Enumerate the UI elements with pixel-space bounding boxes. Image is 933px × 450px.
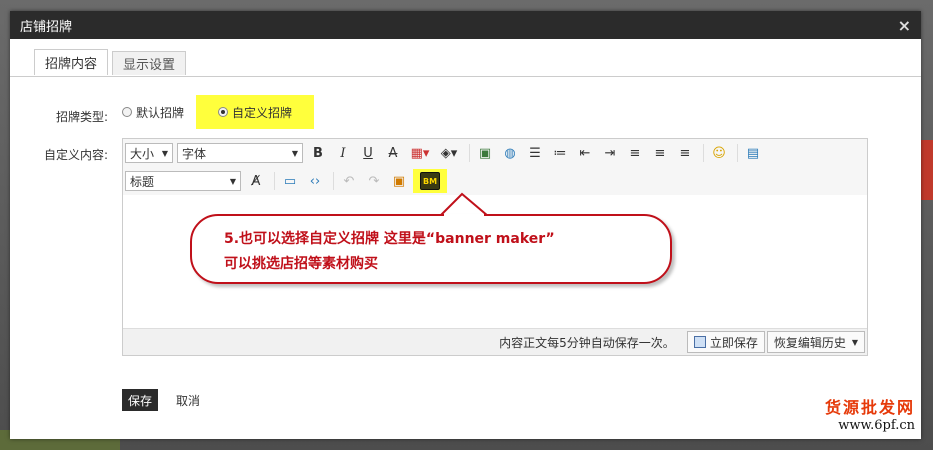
chevron-down-icon: ▼ [851, 337, 858, 347]
annotation-line-1: 5.也可以选择自定义招牌 这里是“banner maker” [224, 231, 555, 247]
chevron-down-icon: ▼ [161, 148, 168, 158]
chevron-down-icon: ▼ [291, 148, 298, 158]
image-icon[interactable]: ▣ [474, 143, 496, 163]
disk-icon [693, 336, 706, 348]
dialog-titlebar: 店铺招牌 × [10, 11, 921, 39]
restore-history-button[interactable]: 恢复编辑历史 ▼ [766, 331, 865, 353]
highlight-box: 自定义招牌 [196, 95, 315, 129]
emoticon-icon[interactable]: ☺ [708, 143, 730, 163]
radio-default-sign[interactable]: 默认招牌 [122, 104, 184, 121]
video-icon[interactable]: ▭ [279, 171, 301, 191]
radio-default-label: 默认招牌 [136, 105, 185, 120]
highlight-color-icon[interactable]: ◈▾ [436, 143, 462, 163]
align-center-icon[interactable]: ≡ [649, 143, 671, 163]
table-icon[interactable]: ▤ [742, 143, 764, 163]
dialog-title: 店铺招牌 [20, 19, 73, 35]
background-red-strip [919, 140, 933, 200]
font-color-icon[interactable]: ▦▾ [407, 143, 433, 163]
watermark-line-2: www.6pf.cn [838, 418, 915, 433]
tab-bar: 招牌内容 显示设置 [34, 49, 190, 75]
font-family-select[interactable]: 字体 ▼ [177, 143, 303, 163]
save-button[interactable]: 保存 [122, 389, 159, 411]
underline-icon[interactable]: U [357, 143, 379, 163]
align-right-icon[interactable]: ≡ [674, 143, 696, 163]
toolbar-divider [737, 144, 738, 162]
undo-icon[interactable]: ↶ [338, 171, 360, 191]
toolbar-row-2: 标题 ▼ A̸ ▭ ‹› ↶ ↷ ▣ BM [125, 169, 447, 193]
save-now-button[interactable]: 立即保存 [686, 331, 765, 353]
watermark-line-1: 货源批发网 [824, 398, 915, 417]
source-code-icon[interactable]: ‹› [304, 171, 326, 191]
italic-icon[interactable]: I [332, 143, 354, 163]
toolbar-divider [274, 172, 275, 190]
toolbar-divider [469, 144, 470, 162]
annotation-callout: 5.也可以选择自定义招牌 这里是“banner maker” 可以挑选店招等素材… [190, 214, 672, 284]
numbered-list-icon[interactable]: ≔ [549, 143, 571, 163]
tab-sign-content[interactable]: 招牌内容 [34, 49, 109, 75]
bold-icon[interactable]: B [307, 143, 329, 163]
font-size-value: 大小 [130, 146, 155, 161]
banner-maker-highlight: BM [413, 169, 447, 193]
close-icon[interactable]: × [898, 16, 911, 35]
link-icon[interactable]: ◍ [499, 143, 521, 163]
font-family-value: 字体 [182, 146, 207, 161]
clear-format-icon[interactable]: A̸ [245, 171, 267, 191]
toolbar-divider [333, 172, 334, 190]
radio-default-indicator[interactable] [122, 107, 132, 117]
annotation-line-2: 可以挑选店招等素材购买 [224, 256, 378, 272]
indent-icon[interactable]: ⇥ [599, 143, 621, 163]
restore-history-label: 恢复编辑历史 [773, 335, 846, 350]
sign-type-radio-group: 默认招牌 自定义招牌 [122, 95, 315, 129]
align-left-icon[interactable]: ≡ [624, 143, 646, 163]
custom-content-label: 自定义内容: [43, 148, 108, 162]
watermark: 货源批发网 www.6pf.cn [825, 394, 915, 433]
editor-footer: 内容正文每5分钟自动保存一次。 立即保存 恢复编辑历史 ▼ [123, 328, 867, 355]
toolbar-divider [703, 144, 704, 162]
redo-icon[interactable]: ↷ [363, 171, 385, 191]
strikethrough-icon[interactable]: A [382, 143, 404, 163]
radio-custom-indicator[interactable] [218, 107, 229, 117]
chevron-down-icon: ▼ [229, 176, 236, 186]
tab-display-settings[interactable]: 显示设置 [112, 51, 187, 75]
bullet-list-icon[interactable]: ☰ [524, 143, 546, 163]
heading-select[interactable]: 标题 ▼ [125, 171, 241, 191]
shop-sign-dialog: 店铺招牌 × 招牌内容 显示设置 招牌类型: 默认招牌 自定义招牌 自定义内容:… [10, 11, 921, 439]
sign-type-label: 招牌类型: [55, 110, 108, 124]
autosave-notice: 内容正文每5分钟自动保存一次。 [499, 335, 675, 350]
tab-divider [10, 76, 921, 77]
save-now-label: 立即保存 [709, 335, 758, 350]
cancel-button[interactable]: 取消 [176, 389, 200, 411]
radio-custom-sign[interactable]: 自定义招牌 [218, 104, 292, 121]
heading-value: 标题 [130, 174, 155, 189]
outdent-icon[interactable]: ⇤ [574, 143, 596, 163]
toolbar-row-1: 大小 ▼ 字体 ▼ B I U A ▦▾ ◈▾ ▣ ◍ ☰ ≔ ⇤ ⇥ ≡ ≡ ≡ … [125, 143, 767, 163]
editor-toolbar: 大小 ▼ 字体 ▼ B I U A ▦▾ ◈▾ ▣ ◍ ☰ ≔ ⇤ ⇥ ≡ ≡ ≡ … [123, 139, 867, 196]
media-icon[interactable]: ▣ [388, 171, 410, 191]
font-size-select[interactable]: 大小 ▼ [125, 143, 173, 163]
radio-custom-label: 自定义招牌 [232, 105, 293, 120]
banner-maker-icon[interactable]: BM [420, 172, 440, 190]
